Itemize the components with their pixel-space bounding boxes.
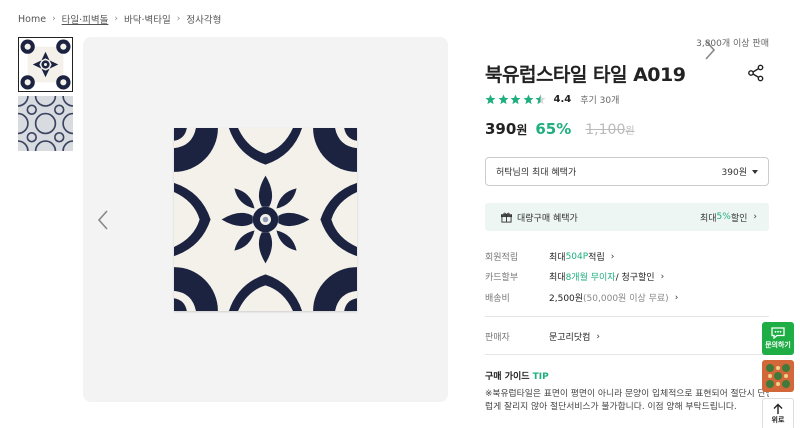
- star-full-icon: [498, 94, 508, 105]
- rating-value: 4.4: [553, 94, 572, 105]
- caret-down-icon: [752, 169, 758, 174]
- max-benefit-dropdown[interactable]: 허탁님의 최대 혜택가 390원: [485, 157, 769, 186]
- star-half-icon: [535, 94, 546, 105]
- chevron-right-icon: ›: [52, 14, 56, 24]
- gift-icon: [501, 212, 512, 223]
- max-benefit-label: 허탁님의 최대 혜택가: [496, 168, 577, 178]
- recent-product-image: [762, 360, 794, 392]
- purchase-guide-text: ※북유럽타일은 표면이 평면이 아니라 문양이 입체적으로 표현되어 절단시 단…: [485, 388, 769, 414]
- shipping-value-wrap: 2,500원 (50,000원 이상 무료) ›: [549, 291, 679, 305]
- star-full-icon: [510, 94, 521, 105]
- points-row[interactable]: 회원적립 최대 504P 적립 ›: [485, 250, 615, 264]
- star-full-icon: [523, 94, 533, 105]
- chevron-right-icon: ›: [674, 292, 679, 303]
- card-key: 카드할부: [485, 273, 519, 283]
- card-value-wrap: 최대 8개월 무이자 / 청구할인 ›: [549, 270, 665, 284]
- arrow-up-icon: [773, 403, 783, 414]
- prev-image-button[interactable]: [93, 207, 113, 233]
- star-full-icon: [485, 94, 496, 105]
- divider: [485, 316, 769, 317]
- original-price-unit: 원: [625, 126, 635, 137]
- thumbnail-tile-single[interactable]: [18, 37, 73, 92]
- thumbnail-list: [18, 37, 74, 155]
- sale-price-unit: 원: [516, 123, 528, 137]
- chevron-right-icon: ›: [114, 14, 119, 24]
- review-count-link[interactable]: 후기 30개: [580, 93, 619, 106]
- tile-image: [174, 128, 357, 311]
- points-prefix: 최대: [549, 253, 566, 263]
- bulk-discount: 최대 5% 할인 ›: [700, 211, 757, 224]
- chevron-right-icon: ›: [176, 14, 181, 24]
- discount-rate: 65%: [535, 120, 572, 138]
- inquiry-button[interactable]: 문의하기: [762, 322, 794, 355]
- points-suffix: 적립: [588, 253, 605, 263]
- breadcrumb-floor-wall-tile[interactable]: 바닥·벽타일: [124, 12, 171, 26]
- seller-row[interactable]: 판매자 문고리닷컴 ›: [485, 330, 601, 344]
- guide-title-prefix: 구매 가이드: [485, 372, 533, 382]
- shipping-value: 2,500원: [549, 294, 584, 304]
- chevron-right-icon: ›: [660, 271, 665, 282]
- inquiry-label: 문의하기: [765, 341, 791, 349]
- chevron-right-icon: ›: [753, 212, 757, 222]
- chevron-right-icon: ›: [596, 331, 601, 342]
- share-icon[interactable]: [747, 64, 765, 82]
- max-benefit-value: 390원: [721, 168, 747, 178]
- seller-value-wrap: 문고리닷컴 ›: [549, 330, 601, 344]
- shipping-key: 배송비: [485, 294, 510, 304]
- bulk-percent: 5%: [716, 212, 731, 222]
- tile-floor-image: [18, 96, 73, 151]
- scroll-top-label: 위로: [771, 416, 785, 424]
- main-product-image: [83, 37, 716, 402]
- chevron-left-icon: [97, 210, 108, 230]
- bulk-prefix: 최대: [699, 213, 717, 224]
- scroll-top-button[interactable]: 위로: [762, 398, 794, 428]
- seller-name: 문고리닷컴: [549, 333, 591, 343]
- rating-row[interactable]: 4.4 후기 30개: [485, 93, 619, 106]
- tile-pattern-image: [20, 39, 71, 90]
- seller-key: 판매자: [485, 333, 510, 343]
- bulk-suffix: 할인: [730, 213, 748, 224]
- bulk-label: 대량구매 혜택가: [517, 213, 578, 224]
- shipping-note: (50,000원 이상 무료): [583, 294, 669, 304]
- points-value-wrap: 최대 504P 적립 ›: [549, 250, 615, 264]
- breadcrumb: Home › 타일·피벽돌 › 바닥·벽타일 › 정사각형: [18, 12, 221, 27]
- breadcrumb-tile-brick[interactable]: 타일·피벽돌: [62, 12, 109, 26]
- bulk-purchase-banner[interactable]: 대량구매 혜택가 최대 5% 할인 ›: [485, 203, 769, 231]
- purchase-guide-title: 구매 가이드 TIP: [485, 369, 549, 382]
- divider: [485, 354, 769, 355]
- sale-price: 390: [485, 120, 517, 138]
- chevron-right-icon: ›: [610, 251, 615, 262]
- card-installment-row[interactable]: 카드할부 최대 8개월 무이자 / 청구할인 ›: [485, 270, 665, 284]
- card-value: 8개월 무이자: [565, 273, 616, 283]
- bulk-label-wrap: 대량구매 혜택가: [501, 211, 578, 224]
- original-price: 1,100: [585, 122, 626, 138]
- max-benefit-value-wrap: 390원: [722, 165, 758, 178]
- price-row: 390 원 65% 1,100 원: [485, 120, 635, 138]
- guide-line-1: ※북유럽타일은 표면이 평면이 아니라 문양이 입체적으로 표현되어 절단시 단…: [485, 389, 769, 399]
- card-prefix: 최대: [549, 273, 566, 283]
- sold-count: 3,800개 이상 판매: [696, 39, 769, 49]
- chat-icon: [771, 327, 785, 339]
- points-key: 회원적립: [485, 253, 519, 263]
- recent-product-thumbnail[interactable]: [762, 360, 794, 392]
- breadcrumb-home[interactable]: Home: [18, 14, 46, 25]
- guide-line-2: 럽게 잘리지 않아 절단서비스가 불가합니다. 이점 양해 부탁드립니다.: [485, 402, 737, 412]
- product-title: 북유럽스타일 타일 A019: [485, 64, 686, 86]
- shipping-row[interactable]: 배송비 2,500원 (50,000원 이상 무료) ›: [485, 291, 679, 305]
- breadcrumb-square[interactable]: 정사각형: [186, 12, 221, 26]
- points-value: 504P: [565, 251, 589, 262]
- thumbnail-tile-room[interactable]: [18, 96, 73, 151]
- card-suffix: / 청구할인: [615, 273, 655, 283]
- star-rating: [485, 94, 548, 105]
- guide-tip: TIP: [532, 372, 549, 382]
